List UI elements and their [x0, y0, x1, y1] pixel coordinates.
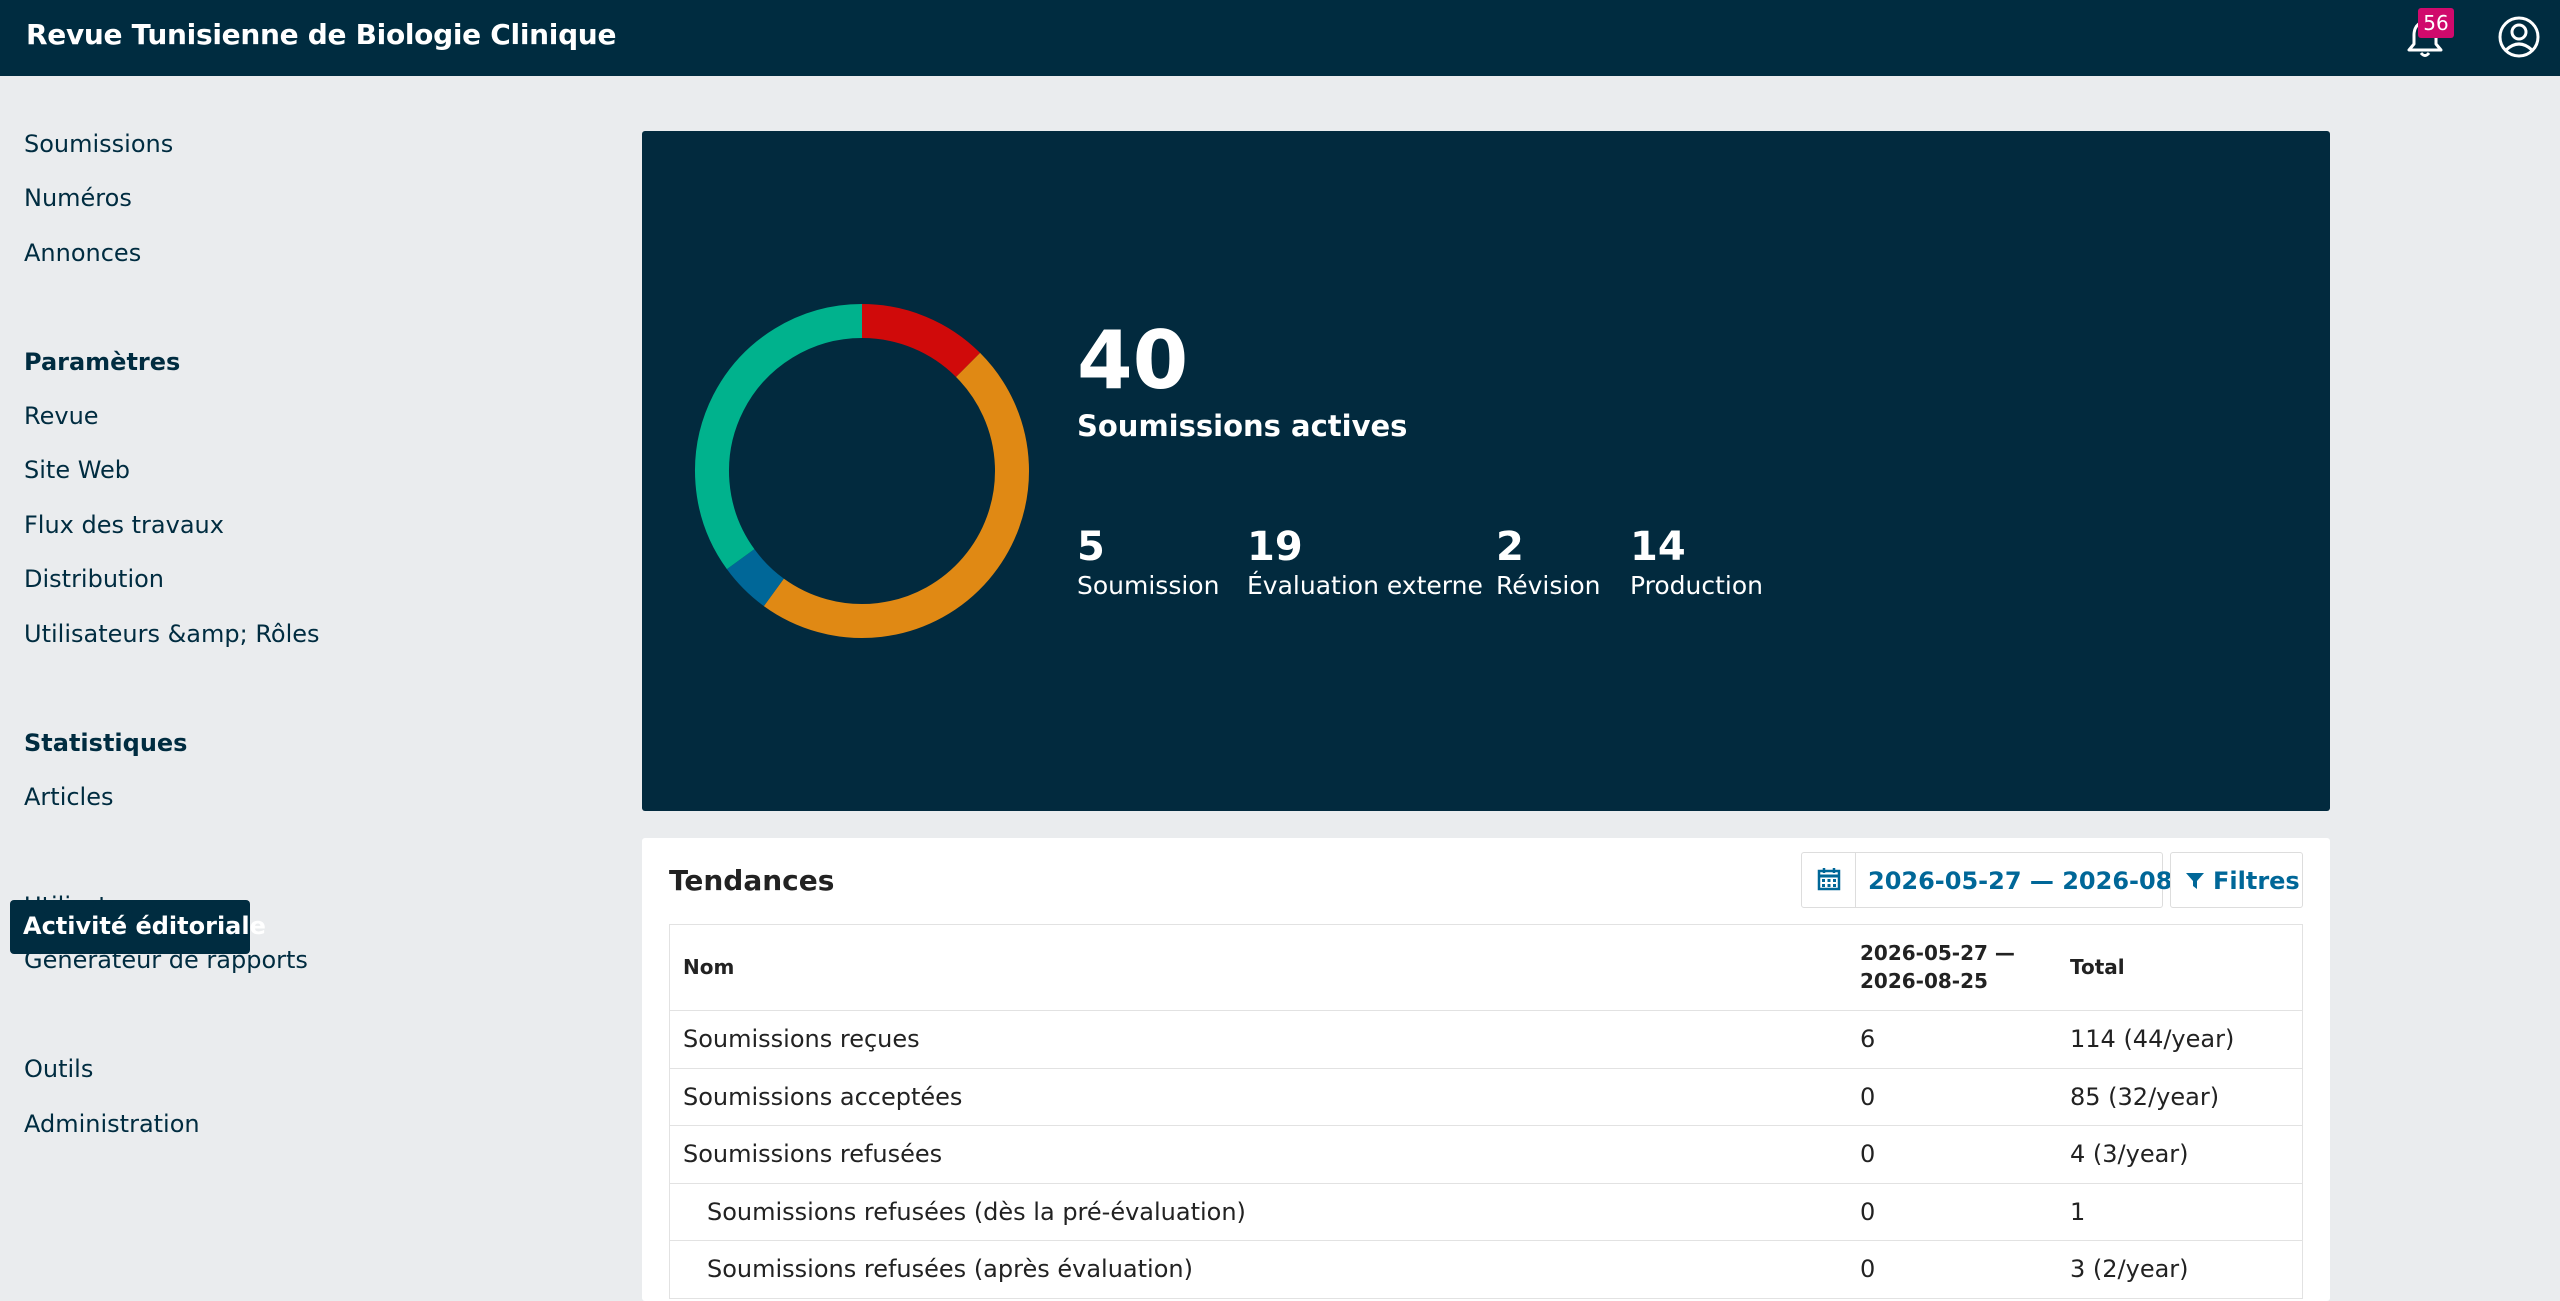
sidebar-item-annonces[interactable]: Annonces [24, 239, 141, 267]
row-total-value: 1 [2070, 1197, 2086, 1226]
trends-panel: Tendances 2026-05-27 — 2026-08-25 Filtre… [642, 838, 2330, 1301]
stage-production: 14 Production [1630, 527, 1763, 600]
row-total-value: 85 (32/year) [2070, 1082, 2220, 1111]
site-title[interactable]: Revue Tunisienne de Biologie Clinique [26, 18, 616, 51]
sidebar-item-distribution[interactable]: Distribution [24, 565, 164, 593]
row-name: Soumissions refusées [683, 1140, 943, 1168]
sidebar-item-utilisateurs-roles[interactable]: Utilisateurs &amp; Rôles [24, 620, 320, 648]
column-header-total: Total [2070, 955, 2125, 979]
calendar-icon [1802, 853, 1856, 907]
table-row: Soumissions acceptées 0 85 (32/year) [670, 1069, 2302, 1126]
submissions-donut-chart [695, 304, 1029, 638]
sidebar-item-utilisateurs[interactable]: Utilisateurs [24, 892, 160, 920]
stage-label: Soumission [1077, 571, 1220, 600]
sidebar-item-outils[interactable]: Outils [24, 1055, 93, 1083]
donut-segment-3 [695, 304, 863, 570]
stage-count: 5 [1077, 524, 1105, 570]
sidebar-item-flux-des-travaux[interactable]: Flux des travaux [24, 511, 224, 539]
sidebar-heading-statistiques: Statistiques [24, 729, 188, 757]
sidebar-item-generateur-de-rapports[interactable]: Générateur de rapports [24, 946, 308, 974]
row-name: Soumissions reçues [683, 1025, 920, 1053]
stage-count: 14 [1630, 524, 1686, 570]
row-total-value: 3 (2/year) [2070, 1255, 2189, 1283]
sidebar-item-revue[interactable]: Revue [24, 402, 99, 430]
active-submissions-label: Soumissions actives [1077, 409, 1408, 443]
table-header-row: Nom 2026-05-27 — 2026-08-25 Total [670, 925, 2302, 1011]
stage-label: Production [1630, 571, 1764, 600]
row-total-value: 4 (3/year) [2070, 1140, 2189, 1168]
sidebar-heading-parametres: Paramètres [24, 348, 181, 376]
table-row: Soumissions refusées (après évaluation) … [670, 1241, 2302, 1299]
date-range-label: 2026-05-27 — 2026-08-25 [1868, 867, 2216, 895]
table-row: Soumissions reçues 6 114 (44/year) [670, 1011, 2302, 1069]
donut-segment-2 [726, 548, 785, 607]
active-submissions-total: 40 [1077, 314, 1189, 407]
donut-segment-1 [763, 352, 1029, 638]
filters-label: Filtres [2213, 867, 2300, 895]
sidebar-navigation: Soumissions Numéros Annonces Paramètres … [0, 76, 560, 1301]
top-navigation-bar: Revue Tunisienne de Biologie Clinique 56 [0, 0, 2560, 76]
sidebar-item-site-web[interactable]: Site Web [24, 456, 130, 484]
row-period-value: 0 [1860, 1082, 1876, 1111]
row-name: Soumissions refusées (après évaluation) [707, 1255, 1193, 1283]
column-header-period-start: 2026-05-27 — [1860, 941, 2015, 965]
trends-table: Nom 2026-05-27 — 2026-08-25 Total Soumis… [669, 924, 2303, 1299]
row-name: Soumissions refusées (dès la pré-évaluat… [707, 1197, 1246, 1226]
date-range-button[interactable]: 2026-05-27 — 2026-08-25 [1801, 852, 2216, 908]
column-header-period: 2026-05-27 — 2026-08-25 [1860, 939, 2015, 995]
stage-revision: 2 Révision [1496, 527, 1600, 600]
sidebar-item-numeros[interactable]: Numéros [24, 184, 132, 212]
donut-segment-0 [861, 304, 981, 378]
trends-title: Tendances [669, 864, 835, 897]
stage-label: Révision [1496, 571, 1601, 600]
row-total-value: 114 (44/year) [2070, 1025, 2235, 1053]
sidebar-item-administration[interactable]: Administration [24, 1110, 200, 1138]
user-circle-icon[interactable] [2496, 14, 2542, 60]
row-period-value: 0 [1860, 1255, 1876, 1283]
table-row: Soumissions refusées 0 4 (3/year) [670, 1126, 2302, 1184]
column-header-nom: Nom [683, 955, 735, 979]
filters-button[interactable]: Filtres [2170, 852, 2303, 908]
funnel-icon [2186, 873, 2204, 889]
notification-count-badge: 56 [2418, 8, 2454, 38]
table-row: Soumissions refusées (dès la pré-évaluat… [670, 1184, 2302, 1241]
stage-label: Évaluation externe [1247, 571, 1483, 600]
sidebar-item-soumissions[interactable]: Soumissions [24, 130, 173, 158]
row-name: Soumissions acceptées [683, 1082, 963, 1111]
sidebar-item-articles[interactable]: Articles [24, 783, 114, 811]
column-header-period-end: 2026-08-25 [1860, 969, 1988, 993]
row-period-value: 0 [1860, 1140, 1876, 1168]
row-period-value: 6 [1860, 1025, 1876, 1053]
stage-count: 2 [1496, 524, 1524, 570]
row-period-value: 0 [1860, 1197, 1876, 1226]
stage-submission: 5 Soumission [1077, 527, 1219, 600]
stage-count: 19 [1247, 524, 1303, 570]
stage-external-review: 19 Évaluation externe [1247, 527, 1483, 600]
active-submissions-summary: 40 Soumissions actives 5 Soumission 19 É… [642, 131, 2330, 811]
